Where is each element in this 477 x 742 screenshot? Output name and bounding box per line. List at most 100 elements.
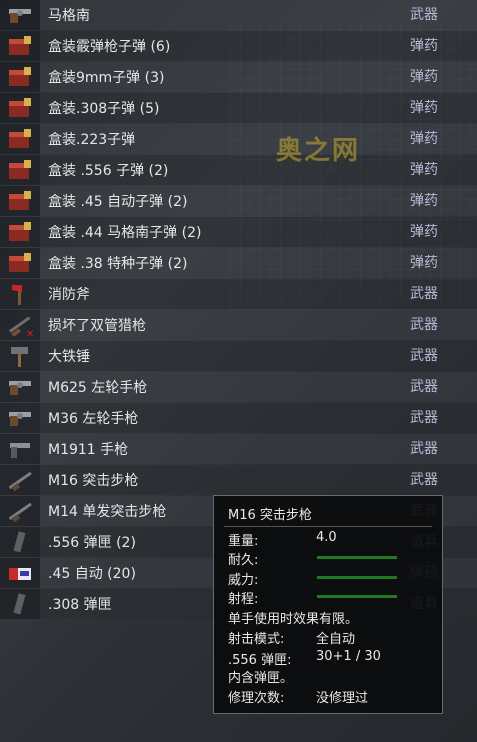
item-category: 武器 (410, 317, 438, 333)
item-tooltip: M16 突击步枪 重量: 4.0 耐久: 威力: 射程: 单手使用时效果有限。 … (213, 495, 443, 714)
item-category: 弹药 (410, 224, 438, 240)
ammo-pack-icon (0, 558, 40, 588)
inventory-row[interactable]: 盒装.308子弹 (5) 弹药 (0, 93, 477, 123)
revolver-icon (0, 0, 40, 30)
fire-axe-icon (0, 279, 40, 309)
item-name: M625 左轮手枪 (48, 380, 148, 396)
item-name: 大铁锤 (48, 349, 90, 365)
item-category: 弹药 (410, 255, 438, 271)
item-name-cell: M625 左轮手枪 武器 (40, 372, 477, 402)
item-name: 损坏了双管猎枪 (48, 318, 146, 334)
item-category: 武器 (410, 348, 438, 364)
item-name: M1911 手枪 (48, 442, 129, 458)
magazine-icon (0, 527, 40, 557)
inventory-row[interactable]: M1911 手枪 武器 (0, 434, 477, 464)
item-category: 弹药 (410, 100, 438, 116)
inventory-row[interactable]: 马格南 武器 (0, 0, 477, 30)
item-name: .556 弹匣 (2) (48, 535, 136, 551)
item-name: .45 自动 (20) (48, 566, 136, 582)
inventory-row[interactable]: M625 左轮手枪 武器 (0, 372, 477, 402)
item-category: 弹药 (410, 69, 438, 85)
item-name-cell: 盒装 .38 特种子弹 (2) 弹药 (40, 248, 477, 278)
repair-label: 修理次数: (228, 691, 285, 706)
inventory-row[interactable]: 盒装 .45 自动子弹 (2) 弹药 (0, 186, 477, 216)
item-name: 盒装9mm子弹 (3) (48, 70, 165, 86)
inventory-row[interactable]: 盒装9mm子弹 (3) 弹药 (0, 62, 477, 92)
item-category: 武器 (410, 379, 438, 395)
item-name: .308 弹匣 (48, 597, 112, 613)
item-name: 盒装霰弹枪子弹 (6) (48, 39, 171, 55)
item-name-cell: 盒装.223子弹 弹药 (40, 124, 477, 154)
contains-label: 内含弹匣。 (228, 671, 294, 686)
item-category: 弹药 (410, 162, 438, 178)
item-name: 盒装 .44 马格南子弹 (2) (48, 225, 202, 241)
item-name-cell: 损坏了双管猎枪 武器 (40, 310, 477, 340)
item-name: 马格南 (48, 8, 90, 24)
inventory-row[interactable]: ✕ 损坏了双管猎枪 武器 (0, 310, 477, 340)
svg-text:✕: ✕ (26, 329, 34, 337)
ammo-box-icon (0, 155, 40, 185)
range-bar (317, 595, 397, 598)
tooltip-divider (224, 526, 432, 527)
item-name-cell: 大铁锤 武器 (40, 341, 477, 371)
item-category: 弹药 (410, 193, 438, 209)
revolver-icon (0, 403, 40, 433)
power-label: 威力: (228, 573, 259, 588)
item-name: M14 单发突击步枪 (48, 504, 167, 520)
item-name-cell: M1911 手枪 武器 (40, 434, 477, 464)
inventory-row[interactable]: M16 突击步枪 武器 (0, 465, 477, 495)
item-category: 弹药 (410, 38, 438, 54)
inventory-row[interactable]: 消防斧 武器 (0, 279, 477, 309)
item-name: 盒装.308子弹 (5) (48, 101, 160, 117)
item-category: 弹药 (410, 131, 438, 147)
inventory-row[interactable]: 盒装霰弹枪子弹 (6) 弹药 (0, 31, 477, 61)
ammo-box-icon (0, 93, 40, 123)
item-category: 武器 (410, 7, 438, 23)
rifle-icon (0, 465, 40, 495)
sledgehammer-icon (0, 341, 40, 371)
item-name-cell: 盒装霰弹枪子弹 (6) 弹药 (40, 31, 477, 61)
durability-bar (317, 556, 397, 559)
inventory-row[interactable]: 盒装 .38 特种子弹 (2) 弹药 (0, 248, 477, 278)
revolver-icon (0, 372, 40, 402)
magazine-icon (0, 589, 40, 619)
ammo-box-icon (0, 62, 40, 92)
item-name: 盒装 .45 自动子弹 (2) (48, 194, 188, 210)
ammo-box-icon (0, 124, 40, 154)
range-label: 射程: (228, 592, 259, 607)
durability-label: 耐久: (228, 553, 259, 568)
ammo-box-icon (0, 248, 40, 278)
item-name: 盒装 .556 子弹 (2) (48, 163, 169, 179)
tooltip-title: M16 突击步枪 (228, 508, 312, 523)
item-name-cell: 盒装9mm子弹 (3) 弹药 (40, 62, 477, 92)
ammo-box-icon (0, 217, 40, 247)
item-name-cell: M36 左轮手枪 武器 (40, 403, 477, 433)
shotgun-broken-icon: ✕ (0, 310, 40, 340)
item-name: M36 左轮手枪 (48, 411, 139, 427)
inventory-row[interactable]: 盒装 .44 马格南子弹 (2) 弹药 (0, 217, 477, 247)
item-name: 消防斧 (48, 287, 90, 303)
tooltip-note: 单手使用时效果有限。 (228, 612, 359, 627)
item-category: 武器 (410, 441, 438, 457)
watermark: 奥之网 (276, 136, 361, 166)
item-name-cell: 盒装.308子弹 (5) 弹药 (40, 93, 477, 123)
item-name: 盒装 .38 特种子弹 (2) (48, 256, 188, 272)
item-name-cell: 盒装 .556 子弹 (2) 弹药 (40, 155, 477, 185)
inventory-row[interactable]: 盒装 .556 子弹 (2) 弹药 (0, 155, 477, 185)
inventory-row[interactable]: M36 左轮手枪 武器 (0, 403, 477, 433)
repair-value: 没修理过 (316, 691, 369, 706)
item-name-cell: M16 突击步枪 武器 (40, 465, 477, 495)
item-category: 武器 (410, 286, 438, 302)
pistol-icon (0, 434, 40, 464)
item-name-cell: 马格南 武器 (40, 0, 477, 30)
weight-label: 重量: (228, 534, 259, 549)
power-bar (317, 576, 397, 579)
item-name: M16 突击步枪 (48, 473, 139, 489)
item-name-cell: 盒装 .44 马格南子弹 (2) 弹药 (40, 217, 477, 247)
item-name: 盒装.223子弹 (48, 132, 136, 148)
firemode-label: 射击模式: (228, 632, 285, 647)
inventory-row[interactable]: 大铁锤 武器 (0, 341, 477, 371)
ammo-value: 30+1 / 30 (316, 649, 381, 664)
inventory-row[interactable]: 盒装.223子弹 弹药 (0, 124, 477, 154)
ammo-box-icon (0, 186, 40, 216)
